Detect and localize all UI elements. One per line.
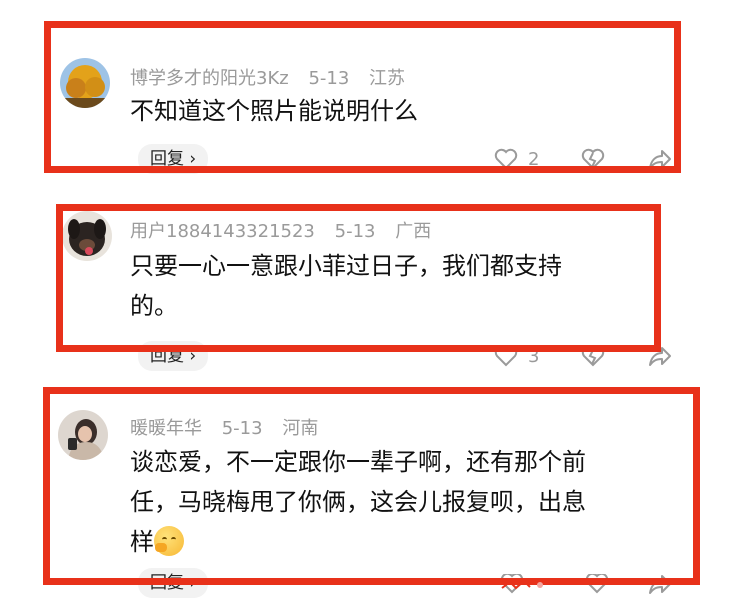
comment-location: 河南 <box>282 418 319 439</box>
comment-text-line: 只要一心一意跟小菲过日子，我们都支持 <box>130 252 562 280</box>
like-count: 2 <box>528 148 540 170</box>
comment-text: 不知道这个照片能说明什么 <box>130 97 418 125</box>
comment-text-line: 任，马晓梅甩了你俩，这会儿报复呗，出息 <box>130 488 586 516</box>
comment-text-fragment: 样 <box>130 528 154 556</box>
share-button[interactable] <box>648 148 672 170</box>
share-button[interactable] <box>648 345 672 367</box>
avatar[interactable] <box>60 58 110 108</box>
heart-icon <box>494 345 518 367</box>
comment-location: 广西 <box>395 221 432 242</box>
share-icon <box>649 575 671 594</box>
broken-heart-icon <box>585 574 609 594</box>
like-count: 3 <box>528 345 540 367</box>
comment-date: 5-13 <box>308 68 350 89</box>
username[interactable]: 暖暖年华 <box>130 418 202 439</box>
comment-text: 只要一心一意跟小菲过日子，我们都支持 的。 <box>130 246 562 326</box>
username[interactable]: 博学多才的阳光3Kz <box>130 68 289 89</box>
thinking-face-emoji-icon <box>154 526 184 556</box>
avatar[interactable] <box>58 410 108 460</box>
dog-avatar-icon <box>62 211 112 261</box>
dislike-button[interactable] <box>580 345 606 367</box>
comment-text: 谈恋爱，不一定跟你一辈子啊，还有那个前 任，马晓梅甩了你俩，这会儿报复呗，出息 … <box>130 442 586 562</box>
comment-meta: 博学多才的阳光3Kz 5-13 江苏 <box>130 64 419 90</box>
reply-button[interactable]: 回复 › <box>138 341 209 371</box>
comment-date: 5-13 <box>334 221 376 242</box>
woman-photo-avatar-icon <box>58 410 108 460</box>
heart-icon <box>494 148 518 170</box>
comment-text-line: 的。 <box>130 292 178 320</box>
avatar[interactable] <box>62 211 112 261</box>
comment-text-line: 样 <box>130 522 586 562</box>
share-icon <box>649 347 671 366</box>
comment-location: 江苏 <box>369 68 406 89</box>
comment-2: 用户1884143321523 5-13 广西 只要一心一意跟小菲过日子，我们都… <box>0 190 734 380</box>
broken-heart-icon <box>581 345 605 367</box>
autumn-tree-avatar-icon <box>60 58 110 108</box>
comment-date: 5-13 <box>221 418 263 439</box>
comment-meta: 暖暖年华 5-13 河南 <box>130 414 332 440</box>
broken-heart-icon <box>581 148 605 170</box>
share-icon <box>649 150 671 169</box>
username[interactable]: 用户1884143321523 <box>130 221 315 242</box>
decoration-sparkle-icon <box>501 579 543 590</box>
comment-3: 暖暖年华 5-13 河南 谈恋爱，不一定跟你一辈子啊，还有那个前 任，马晓梅甩了… <box>0 380 734 602</box>
like-button[interactable]: 2 <box>494 148 539 170</box>
reply-button[interactable]: 回复 › <box>138 568 209 598</box>
like-button[interactable]: 3 <box>494 345 539 367</box>
comment-text-line: 谈恋爱，不一定跟你一辈子啊，还有那个前 <box>130 448 586 476</box>
comment-1: 博学多才的阳光3Kz 5-13 江苏 不知道这个照片能说明什么 回复 › 2 <box>0 0 734 190</box>
dislike-button[interactable] <box>584 574 610 594</box>
comment-meta: 用户1884143321523 5-13 广西 <box>130 217 445 243</box>
share-button[interactable] <box>648 574 672 594</box>
dislike-button[interactable] <box>580 148 606 170</box>
reply-button[interactable]: 回复 › <box>138 144 209 174</box>
